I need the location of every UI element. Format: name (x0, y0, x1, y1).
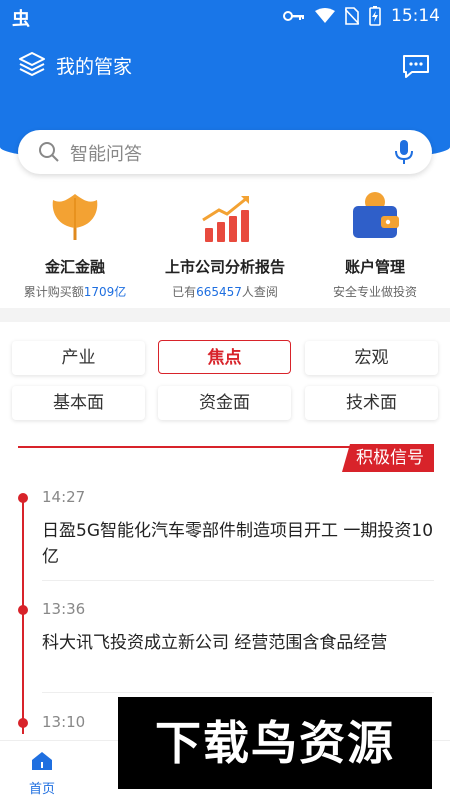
feature-subtitle-text: 已有 (172, 285, 197, 299)
key-icon (283, 11, 304, 21)
news-divider (42, 692, 434, 693)
feature-title: 金汇金融 (44, 258, 105, 276)
tag-industry[interactable]: 产业 (12, 341, 145, 375)
feature-shortcuts: 金汇金融 累计购买额1709亿 上市公司分析报告 已有665457人查阅 账户管… (0, 190, 450, 300)
timeline-dot (18, 605, 28, 615)
ginkgo-leaf-icon (52, 194, 98, 240)
timeline-dot (18, 493, 28, 503)
feature-title: 上市公司分析报告 (164, 258, 285, 276)
feature-account-management[interactable]: 账户管理 安全专业做投资 (300, 190, 450, 300)
news-headline[interactable]: 科大讯飞投资成立新公司 经营范围含食品经营 (42, 630, 434, 656)
feature-subtitle-text: 累计购买额 (23, 285, 84, 299)
title-bar: 我的管家 (0, 48, 450, 84)
section-separator (0, 308, 450, 322)
tag-capital[interactable]: 资金面 (158, 386, 291, 420)
feature-subtitle-suffix: 人查阅 (241, 285, 278, 299)
message-icon[interactable] (402, 54, 430, 78)
feature-subtitle-highlight: 1709亿 (83, 285, 127, 299)
search-placeholder: 智能问答 (70, 144, 142, 165)
tag-focus-active[interactable]: 焦点 (158, 340, 291, 374)
feature-subtitle: 已有665457人查阅 (150, 283, 300, 300)
layers-icon[interactable] (18, 50, 46, 78)
feature-company-report[interactable]: 上市公司分析报告 已有665457人查阅 (150, 190, 300, 300)
status-bar: 虫 15:14 (0, 0, 450, 32)
tab-home-label: 首页 (28, 782, 55, 797)
news-time: 14:27 (42, 488, 86, 506)
feature-subtitle: 安全专业做投资 (332, 285, 417, 299)
news-time: 13:36 (42, 600, 86, 618)
positive-signal-badge: 积极信号 (342, 444, 434, 472)
feature-subtitle: 累计购买额1709亿 (0, 283, 150, 300)
news-time: 13:10 (42, 713, 86, 731)
search-icon (39, 142, 59, 162)
bar-chart-up-icon (202, 196, 249, 242)
watermark-logo: 下载鸟资源 (118, 697, 432, 789)
search-bar[interactable]: 智能问答 (18, 130, 432, 174)
wifi-icon (315, 8, 335, 23)
feature-jinhui-finance[interactable]: 金汇金融 累计购买额1709亿 (0, 190, 150, 300)
app-notification-icon: 虫 (12, 9, 30, 30)
timeline-dot (18, 718, 28, 728)
battery-charging-icon (369, 6, 381, 26)
no-sim-icon (345, 7, 359, 25)
news-divider (42, 580, 434, 581)
tab-home[interactable]: 首页 (22, 751, 62, 797)
microphone-icon[interactable] (394, 139, 414, 165)
tag-macro[interactable]: 宏观 (305, 341, 438, 375)
news-headline[interactable]: 日盈5G智能化汽车零部件制造项目开工 一期投资10亿 (42, 518, 434, 570)
clock: 15:14 (391, 6, 440, 26)
tag-technical[interactable]: 技术面 (305, 386, 438, 420)
app-screen: 虫 15:14 我的管家 智能问答 金汇金融 累计购买额1709亿 上市公司分析… (0, 0, 450, 800)
tag-fundamentals[interactable]: 基本面 (12, 386, 145, 420)
page-title: 我的管家 (56, 56, 133, 78)
feature-title: 账户管理 (344, 258, 405, 276)
home-icon (32, 752, 52, 770)
wallet-icon (353, 192, 399, 238)
feature-subtitle-highlight: 665457 (196, 285, 242, 299)
